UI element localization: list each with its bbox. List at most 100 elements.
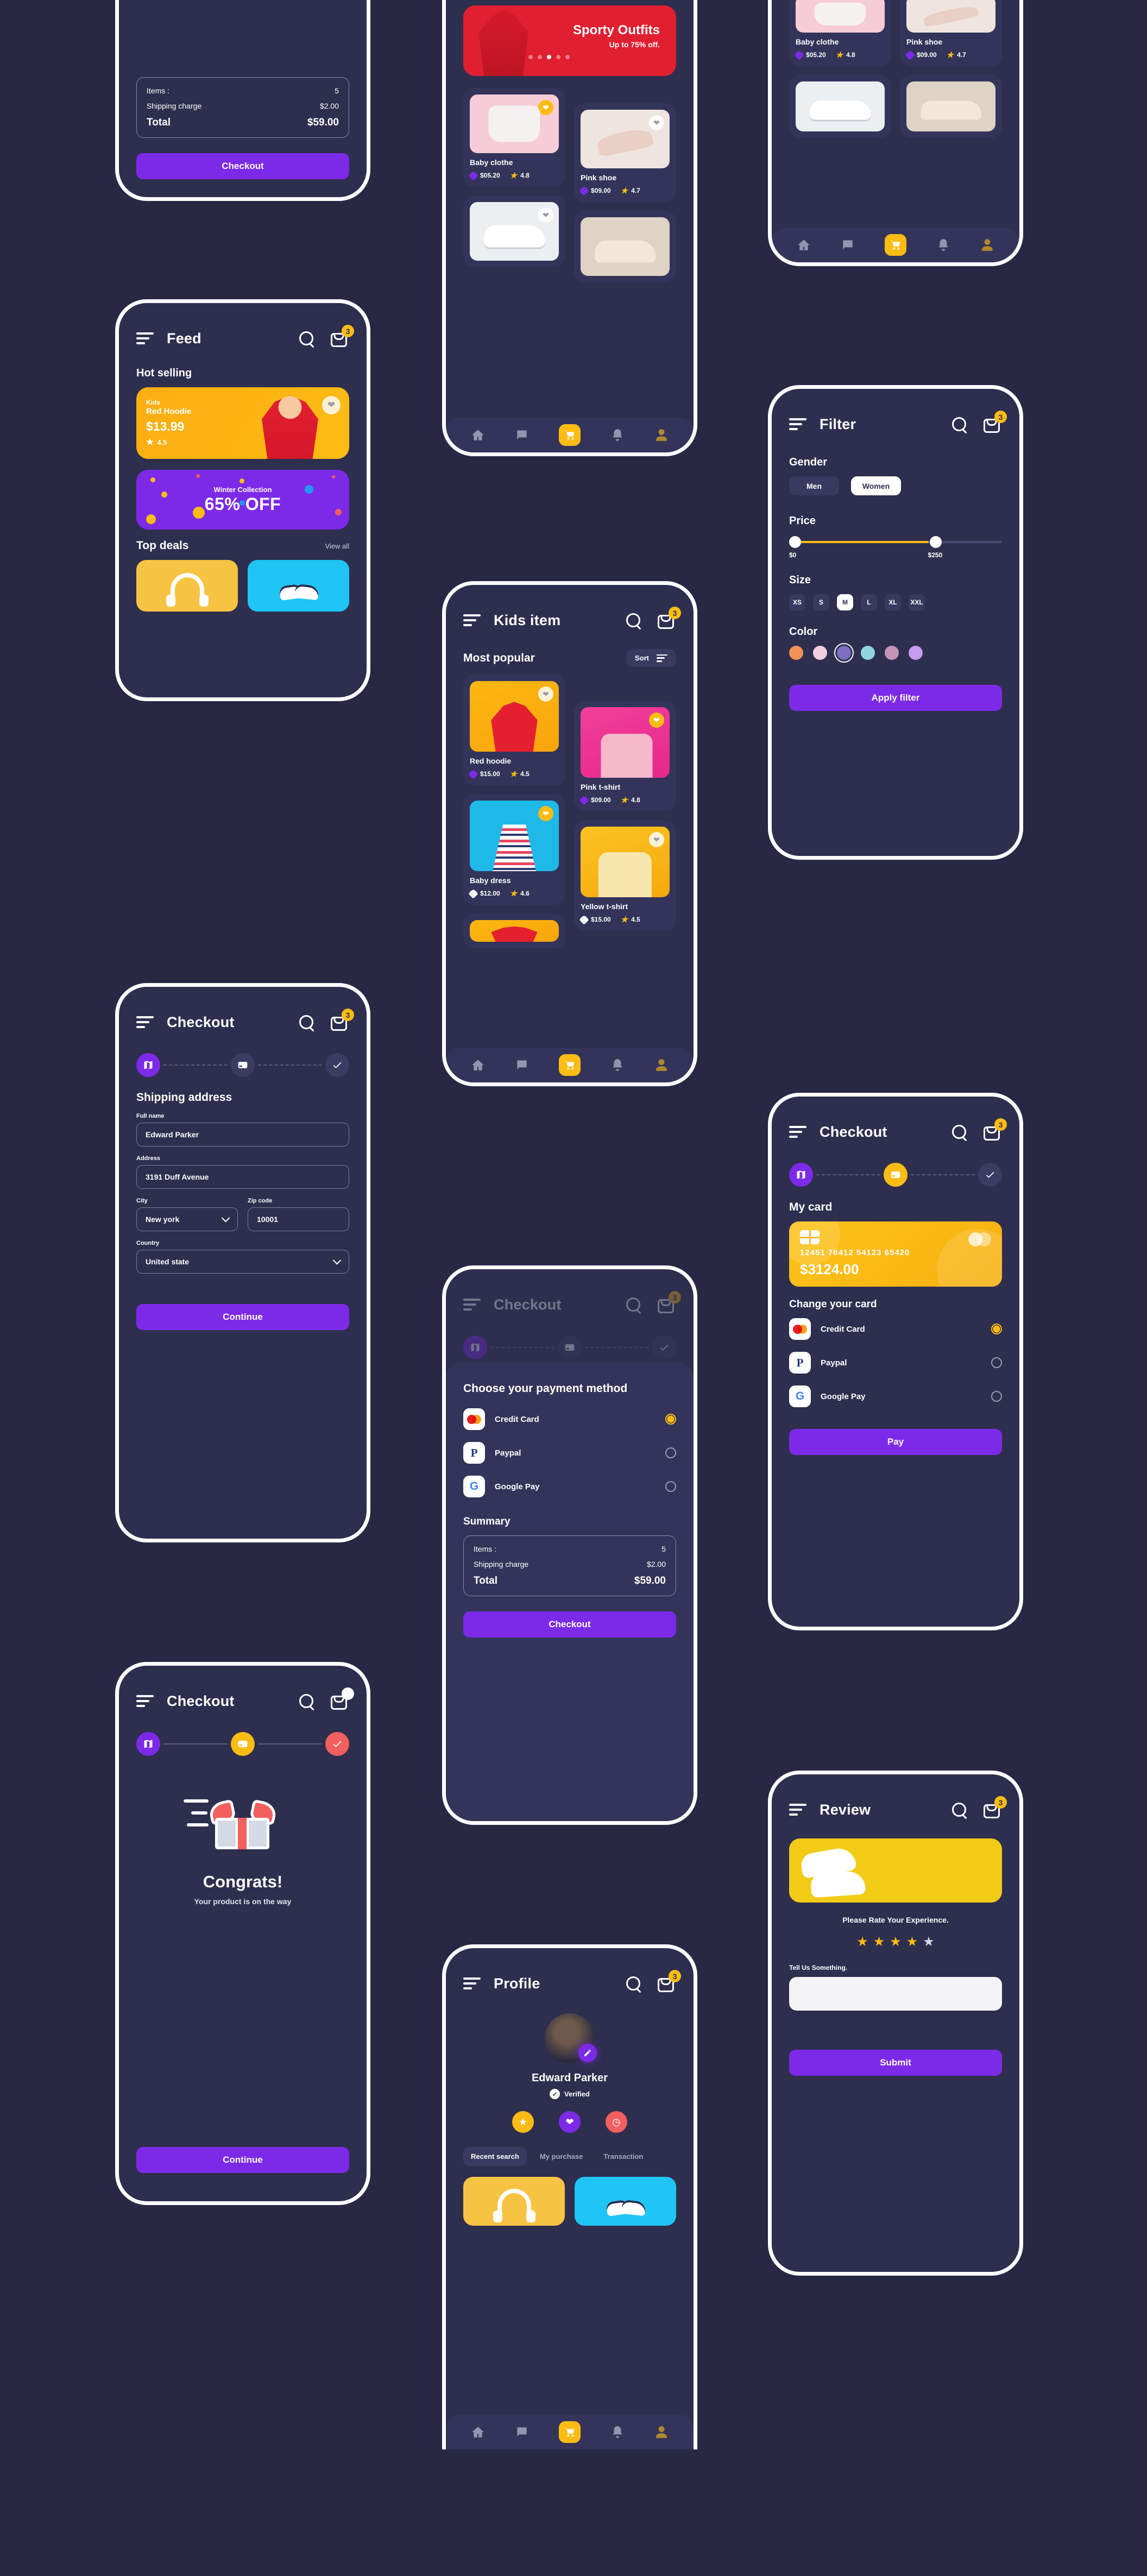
heart-icon[interactable]: ❤ xyxy=(649,115,664,130)
menu-icon[interactable] xyxy=(136,332,154,344)
payment-option-google-pay[interactable]: G Google Pay xyxy=(789,1385,1002,1407)
heart-icon[interactable]: ❤ xyxy=(538,207,553,223)
product-card[interactable] xyxy=(463,914,565,948)
sort-button[interactable]: Sort xyxy=(626,649,676,667)
rating-stars[interactable]: ★ ★ ★ ★ ★ xyxy=(789,1934,1002,1950)
heart-icon[interactable]: ❤ xyxy=(538,100,553,115)
radio-button[interactable] xyxy=(991,1324,1002,1334)
favorites-action-button[interactable]: ★ xyxy=(512,2111,534,2133)
continue-button[interactable]: Continue xyxy=(136,1304,349,1330)
history-action-button[interactable]: ◷ xyxy=(606,2111,627,2133)
nav-profile-icon[interactable] xyxy=(654,428,669,442)
carousel-pager[interactable] xyxy=(528,54,570,59)
recent-item-headphones[interactable] xyxy=(463,2177,565,2226)
step-payment-icon[interactable] xyxy=(231,1053,255,1077)
submit-button[interactable]: Submit xyxy=(789,2049,1002,2076)
nav-cart-icon[interactable] xyxy=(558,1054,581,1076)
tab-transaction[interactable]: Transaction xyxy=(596,2147,651,2166)
promo-banner[interactable]: Winter Collection 65% OFF xyxy=(136,470,349,530)
search-icon[interactable] xyxy=(951,416,967,432)
step-confirm-icon[interactable] xyxy=(325,1732,349,1756)
checkout-button[interactable]: Checkout xyxy=(463,1611,676,1638)
product-card[interactable]: ❤ Baby dress $12.00 ★ 4.6 xyxy=(463,794,565,905)
menu-icon[interactable] xyxy=(789,1804,806,1816)
deal-card-sneakers[interactable] xyxy=(248,560,349,612)
star-4[interactable]: ★ xyxy=(906,1934,918,1950)
size-option-xxl[interactable]: XXL xyxy=(909,594,925,610)
deal-card-headphones[interactable] xyxy=(136,560,238,612)
continue-button[interactable]: Continue xyxy=(136,2147,349,2173)
product-card[interactable]: ❤ Baby clothe $05.20 ★ 4.8 xyxy=(463,88,565,187)
color-option-orange[interactable] xyxy=(789,646,803,660)
heart-icon[interactable]: ❤ xyxy=(538,806,553,821)
product-card[interactable]: ❤ Red hoodie $15.00 ★ 4.5 xyxy=(463,675,565,785)
product-card[interactable]: ❤ Yellow t-shirt $15.00 ★ 4.5 xyxy=(574,820,676,931)
product-card[interactable] xyxy=(574,211,676,282)
radio-button[interactable] xyxy=(991,1357,1002,1368)
cart-icon[interactable]: 3 xyxy=(658,1291,681,1313)
price-slider-min-handle[interactable] xyxy=(789,536,801,548)
color-option-pink[interactable] xyxy=(813,646,827,660)
nav-bell-icon[interactable] xyxy=(610,428,625,442)
nav-chat-icon[interactable] xyxy=(515,2425,529,2439)
search-icon[interactable] xyxy=(625,1975,641,1992)
color-option-cyan[interactable] xyxy=(861,646,875,660)
payment-option-paypal[interactable]: P Paypal xyxy=(789,1352,1002,1374)
cart-icon[interactable]: 3 xyxy=(984,411,1007,433)
cart-icon[interactable]: 3 xyxy=(984,1796,1007,1818)
view-all-link[interactable]: View all xyxy=(325,542,349,550)
nav-chat-icon[interactable] xyxy=(515,1058,529,1072)
price-slider-max-handle[interactable] xyxy=(929,536,942,548)
nav-bell-icon[interactable] xyxy=(610,1058,625,1072)
full-name-input[interactable]: Edward Parker xyxy=(136,1123,349,1147)
nav-home-icon[interactable] xyxy=(471,2425,485,2439)
size-option-l[interactable]: L xyxy=(861,594,877,610)
product-card[interactable]: ❤ Pink t-shirt $09.00 ★ 4.8 xyxy=(574,701,676,811)
menu-icon[interactable] xyxy=(136,1695,154,1707)
color-option-violet[interactable] xyxy=(909,646,923,660)
step-confirm-icon[interactable] xyxy=(652,1336,676,1359)
step-address-icon[interactable] xyxy=(789,1163,813,1187)
sporty-banner[interactable]: Sporty Outfits Up to 75% off. xyxy=(463,5,676,76)
color-option-purple[interactable] xyxy=(834,643,854,663)
feedback-textarea[interactable] xyxy=(789,1976,1002,2011)
cart-icon[interactable]: 3 xyxy=(658,607,681,629)
nav-bell-icon[interactable] xyxy=(936,238,950,252)
nav-profile-icon[interactable] xyxy=(654,1058,669,1072)
checkout-button[interactable]: Checkout xyxy=(136,153,349,179)
tab-my-purchase[interactable]: My purchase xyxy=(532,2147,590,2166)
nav-home-icon[interactable] xyxy=(797,238,811,252)
recent-item-sneakers[interactable] xyxy=(575,2177,676,2226)
cart-icon[interactable]: 3 xyxy=(658,1970,681,1992)
size-option-m[interactable]: M xyxy=(837,594,853,610)
nav-cart-icon[interactable] xyxy=(558,424,581,446)
cart-icon[interactable] xyxy=(331,1687,354,1710)
search-icon[interactable] xyxy=(298,1014,314,1030)
nav-profile-icon[interactable] xyxy=(980,238,994,252)
price-slider[interactable] xyxy=(789,536,1002,548)
search-icon[interactable] xyxy=(951,1802,967,1818)
wishlist-action-button[interactable]: ❤ xyxy=(559,2111,581,2133)
step-confirm-icon[interactable] xyxy=(325,1053,349,1077)
star-3[interactable]: ★ xyxy=(890,1934,902,1950)
heart-icon[interactable]: ❤ xyxy=(322,396,341,414)
product-card[interactable]: ❤ Pink shoe $09.00 ★ 4.7 xyxy=(574,103,676,202)
step-address-icon[interactable] xyxy=(463,1336,487,1359)
size-option-xl[interactable]: XL xyxy=(885,594,901,610)
size-option-s[interactable]: S xyxy=(813,594,829,610)
step-payment-icon[interactable] xyxy=(884,1163,907,1187)
product-card[interactable]: ❤ xyxy=(463,196,565,267)
product-card[interactable]: Pink shoe $09.00 ★ 4.7 xyxy=(900,0,1002,66)
nav-home-icon[interactable] xyxy=(471,428,485,442)
step-payment-icon[interactable] xyxy=(558,1336,582,1359)
search-icon[interactable] xyxy=(298,330,314,347)
address-input[interactable]: 3191 Duff Avenue xyxy=(136,1165,349,1189)
nav-bell-icon[interactable] xyxy=(610,2425,625,2439)
payment-option-google-pay[interactable]: G Google Pay xyxy=(463,1476,676,1498)
credit-card[interactable]: 12451 78412 54123 65420 $3124.00 xyxy=(789,1221,1002,1287)
step-payment-icon[interactable] xyxy=(231,1732,255,1756)
size-option-xs[interactable]: XS xyxy=(789,594,805,610)
star-1[interactable]: ★ xyxy=(856,1934,868,1950)
step-address-icon[interactable] xyxy=(136,1732,160,1756)
gender-option-men[interactable]: Men xyxy=(789,476,839,495)
